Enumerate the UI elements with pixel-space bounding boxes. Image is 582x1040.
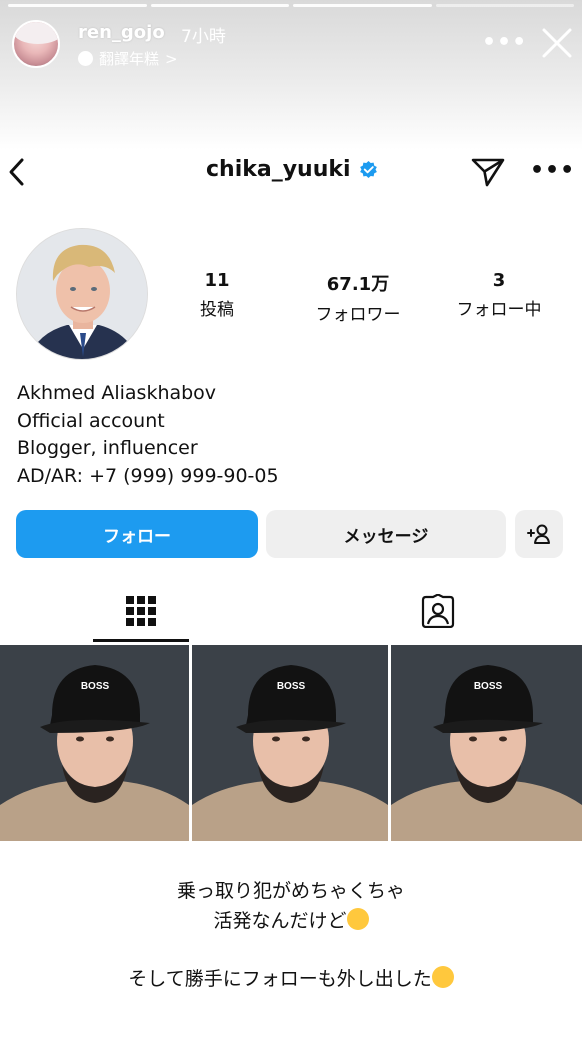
tab-posts-grid[interactable] — [93, 588, 189, 643]
post-image: BOSS — [391, 645, 582, 841]
story-progress-segment — [293, 4, 432, 7]
caption-text: そして勝手にフォローも外し出した — [128, 968, 432, 990]
stat-following-label: フォロー中 — [456, 300, 542, 320]
stat-following[interactable]: 3 フォロー中 — [446, 270, 552, 320]
profile-bio: Akhmed Aliaskhabov Official account Blog… — [17, 380, 279, 490]
post-image: BOSS — [192, 645, 388, 841]
stat-posts-value: 11 — [204, 270, 230, 291]
tagged-icon[interactable] — [420, 594, 456, 628]
add-person-icon — [527, 524, 550, 544]
stat-posts[interactable]: 11 投稿 — [196, 270, 238, 320]
post-thumbnail[interactable]: BOSS — [391, 645, 582, 841]
story-header: ren_gojo 7小時 翻譯年糕 > ••• — [0, 0, 582, 150]
cap-logo-text: BOSS — [81, 681, 110, 692]
bio-name: Akhmed Aliaskhabov — [17, 382, 217, 404]
verified-badge-icon — [359, 160, 377, 179]
bio-contact[interactable]: AD/AR: +7 (999) 999-90-05 — [17, 463, 279, 491]
pensive-emoji-icon — [431, 966, 454, 988]
cap-logo-text: BOSS — [474, 681, 503, 692]
story-avatar[interactable] — [12, 20, 60, 68]
suggested-users-button[interactable] — [515, 510, 563, 558]
profile-avatar[interactable] — [16, 228, 148, 360]
story-timestamp: 7小時 — [181, 27, 226, 47]
caption-text: 活発なんだけど — [213, 910, 347, 932]
follow-button[interactable]: フォロー — [16, 510, 258, 558]
profile-photo — [17, 229, 147, 359]
rofl-emoji-icon — [346, 908, 369, 930]
stat-posts-label: 投稿 — [200, 300, 234, 320]
back-icon[interactable] — [6, 155, 28, 189]
stat-followers-value: 67.1万 — [326, 274, 390, 295]
bio-line: Blogger, influencer — [17, 437, 198, 459]
more-icon[interactable]: ••• — [482, 30, 527, 55]
translate-label: 翻譯年糕 — [99, 50, 160, 68]
grid-icon — [126, 596, 156, 626]
story-caption-line: 乗っ取り犯がめちゃくちゃ — [0, 876, 582, 903]
story-caption-line: そして勝手にフォローも外し出した — [0, 964, 582, 991]
story-progress-segment — [150, 4, 289, 7]
bio-line: Official account — [17, 409, 165, 432]
cap-logo-text: BOSS — [277, 681, 306, 692]
translate-button[interactable]: 翻譯年糕 > — [78, 48, 178, 69]
post-image: BOSS — [0, 645, 189, 841]
more-options-icon[interactable]: ••• — [530, 158, 575, 183]
close-icon[interactable] — [538, 24, 576, 62]
story-progress-bar — [8, 4, 574, 7]
send-icon[interactable] — [470, 156, 506, 188]
post-thumbnail[interactable]: BOSS — [0, 645, 189, 841]
story-progress-segment — [8, 4, 147, 7]
stat-followers[interactable]: 67.1万 フォロワー — [306, 270, 410, 325]
active-tab-indicator — [93, 639, 189, 642]
message-button[interactable]: メッセージ — [266, 510, 506, 558]
story-caption-line: 活発なんだけど — [0, 906, 582, 933]
profile-username: chika_yuuki — [206, 157, 378, 182]
globe-icon — [78, 51, 93, 66]
story-progress-segment — [435, 4, 574, 7]
chevron-right-icon: > — [165, 49, 178, 68]
post-thumbnail[interactable]: BOSS — [192, 645, 388, 841]
stat-followers-label: フォロワー — [315, 305, 401, 325]
caption-text: 乗っ取り犯がめちゃくちゃ — [176, 880, 405, 902]
stat-following-value: 3 — [492, 270, 506, 291]
profile-username-text: chika_yuuki — [206, 157, 351, 182]
story-username[interactable]: ren_gojo — [78, 22, 165, 43]
